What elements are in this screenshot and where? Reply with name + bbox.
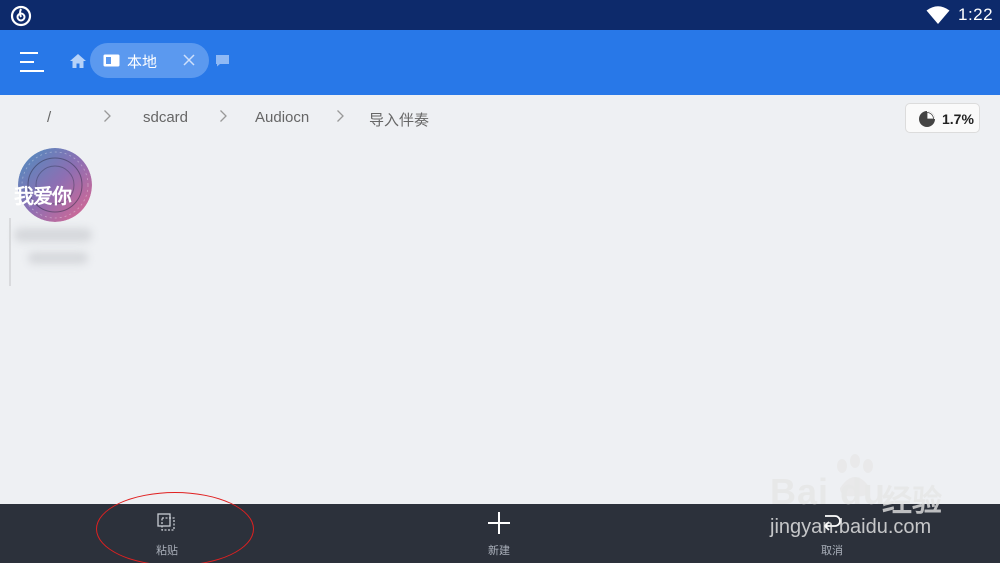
pie-chart-icon bbox=[919, 111, 935, 127]
tab-local[interactable]: 本地 bbox=[90, 43, 209, 78]
paste-button[interactable]: 粘贴 bbox=[107, 504, 227, 563]
storage-percent: 1.7% bbox=[942, 111, 974, 127]
clock: 1:22 bbox=[958, 5, 994, 24]
breadcrumb-root[interactable]: / bbox=[47, 109, 51, 126]
thumbnail-text: 我爱你 bbox=[14, 184, 72, 208]
paste-label: 粘贴 bbox=[156, 545, 178, 557]
wifi-icon bbox=[926, 6, 950, 24]
divider bbox=[9, 218, 11, 286]
paste-icon bbox=[157, 513, 175, 531]
breadcrumb: / sdcard Audiocn 导入伴奏 1.7% bbox=[0, 95, 1000, 141]
app-bar: 本地 bbox=[0, 30, 1000, 95]
storage-usage-button[interactable]: 1.7% bbox=[905, 103, 980, 133]
paw-icon bbox=[837, 454, 873, 497]
chevron-right-icon bbox=[220, 110, 227, 122]
plus-icon bbox=[488, 512, 510, 534]
breadcrumb-audiocn[interactable]: Audiocn bbox=[255, 109, 309, 126]
tab-label: 本地 bbox=[127, 54, 158, 71]
new-label: 新建 bbox=[488, 545, 510, 557]
drive-icon bbox=[103, 54, 120, 67]
window-icon[interactable] bbox=[215, 54, 230, 67]
cancel-label: 取消 bbox=[821, 545, 843, 557]
file-info-blurred bbox=[28, 252, 88, 264]
cancel-button[interactable]: 取消 bbox=[772, 504, 892, 563]
undo-icon bbox=[823, 515, 841, 531]
status-bar: 1:22 bbox=[0, 0, 1000, 30]
file-name-blurred bbox=[14, 228, 92, 242]
breadcrumb-current[interactable]: 导入伴奏 bbox=[369, 109, 429, 130]
menu-icon[interactable] bbox=[18, 50, 46, 74]
netease-music-icon bbox=[10, 5, 32, 27]
home-icon[interactable] bbox=[69, 53, 87, 69]
new-button[interactable]: 新建 bbox=[439, 504, 559, 563]
chevron-right-icon bbox=[337, 110, 344, 122]
breadcrumb-sdcard[interactable]: sdcard bbox=[143, 109, 188, 126]
bottom-action-bar: 粘贴 新建 取消 bbox=[0, 504, 1000, 563]
chevron-right-icon bbox=[104, 110, 111, 122]
close-icon[interactable] bbox=[182, 53, 196, 67]
